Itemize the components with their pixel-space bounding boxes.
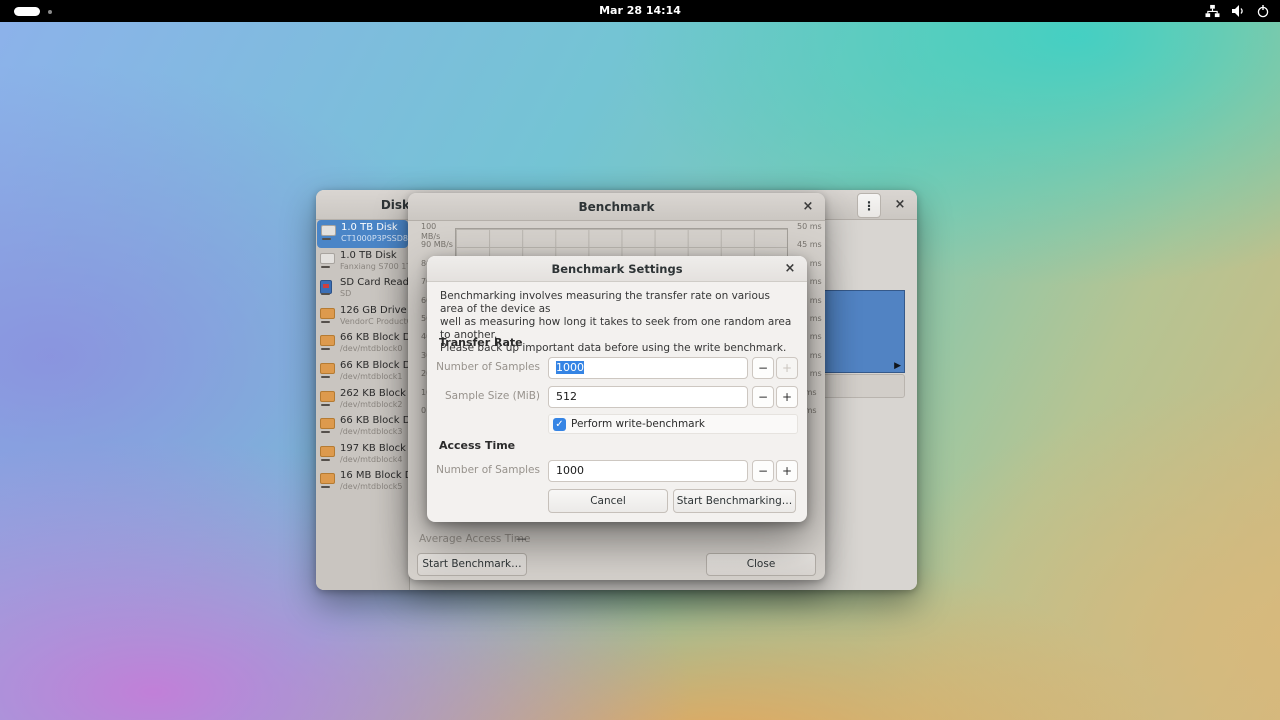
close-icon[interactable]: × xyxy=(891,196,909,214)
block-icon xyxy=(320,391,336,407)
device-title: 1.0 TB Disk xyxy=(340,250,407,262)
axis-tick-label: 90 MB/s xyxy=(421,240,455,250)
power-icon xyxy=(1256,4,1270,18)
sidebar-device-item[interactable]: 66 KB Block Dev /dev/mtdblock1 xyxy=(316,358,409,386)
plus-button: + xyxy=(776,357,798,379)
block-icon xyxy=(320,308,336,324)
transfer-samples-label: Number of Samples xyxy=(427,361,540,373)
device-subtitle: CT1000P3PSSD8 xyxy=(341,234,406,244)
device-sidebar: 1.0 TB Disk CT1000P3PSSD8 1.0 TB Disk Fa… xyxy=(316,220,410,590)
device-title: 197 KB Block De xyxy=(340,443,407,455)
block-icon xyxy=(320,418,336,434)
sidebar-device-item[interactable]: 197 KB Block De /dev/mtdblock4 xyxy=(316,441,409,469)
access-samples-row: Number of Samples 1000 − + xyxy=(427,460,807,483)
settings-headerbar: Benchmark Settings × xyxy=(427,256,807,282)
benchmark-close-button[interactable]: Close xyxy=(706,553,816,576)
sd-icon xyxy=(320,280,336,296)
sidebar-device-item[interactable]: SD Card Reader SD xyxy=(316,275,409,303)
transfer-rate-heading: Transfer Rate xyxy=(439,336,523,349)
start-benchmark-button[interactable]: Start Benchmark… xyxy=(417,553,527,576)
device-subtitle: /dev/mtdblock1 xyxy=(340,372,407,382)
minus-icon: − xyxy=(758,464,768,478)
volume-icon xyxy=(1231,4,1245,18)
drive-icon xyxy=(320,253,336,269)
minus-button[interactable]: − xyxy=(752,357,774,379)
device-subtitle: Fanxiang S700 1TB xyxy=(340,262,407,272)
average-access-time-row: Average Access Time — xyxy=(419,533,530,545)
plus-icon: + xyxy=(782,361,792,375)
device-title: 1.0 TB Disk xyxy=(341,222,406,234)
sidebar-device-item[interactable]: 66 KB Block Dev /dev/mtdblock0 xyxy=(316,330,409,358)
benchmark-headerbar: Benchmark × xyxy=(408,193,825,221)
benchmark-settings-dialog: Benchmark Settings × Benchmarking involv… xyxy=(427,256,807,522)
sample-size-label: Sample Size (MiB) xyxy=(427,390,540,402)
menu-button[interactable]: ⋮ xyxy=(857,193,881,218)
top-bar: Mar 28 14:14 xyxy=(0,0,1280,22)
sidebar-device-item[interactable]: 1.0 TB Disk Fanxiang S700 1TB xyxy=(316,248,409,276)
device-subtitle: /dev/mtdblock2 xyxy=(340,400,407,410)
average-access-time-value: — xyxy=(516,533,527,545)
device-subtitle: VendorC ProductC xyxy=(340,317,407,327)
write-benchmark-row: ✓ Perform write-benchmark xyxy=(548,414,798,434)
start-benchmarking-button[interactable]: Start Benchmarking… xyxy=(673,489,796,513)
sidebar-device-item[interactable]: 126 GB Drive VendorC ProductC xyxy=(316,303,409,331)
plus-icon: + xyxy=(782,390,792,404)
kebab-icon: ⋮ xyxy=(863,199,875,213)
close-icon[interactable]: × xyxy=(799,198,817,216)
plus-button[interactable]: + xyxy=(776,460,798,482)
system-status-area[interactable] xyxy=(1205,0,1270,22)
selected-text: 1000 xyxy=(556,361,584,374)
close-icon[interactable]: × xyxy=(781,260,799,278)
device-title: 66 KB Block Dev xyxy=(340,360,407,372)
block-icon xyxy=(320,363,336,379)
device-title: 126 GB Drive xyxy=(340,305,407,317)
network-wired-icon xyxy=(1205,4,1220,18)
sidebar-device-item[interactable]: 262 KB Block De /dev/mtdblock2 xyxy=(316,386,409,414)
settings-dialog-title: Benchmark Settings xyxy=(427,256,807,282)
sidebar-device-item[interactable]: 66 KB Block Dev /dev/mtdblock3 xyxy=(316,413,409,441)
plus-button[interactable]: + xyxy=(776,386,798,408)
device-title: 66 KB Block Dev xyxy=(340,332,407,344)
device-title: 16 MB Block Dev xyxy=(340,470,407,482)
plus-icon: + xyxy=(782,464,792,478)
check-icon: ✓ xyxy=(555,419,563,430)
device-title: 262 KB Block De xyxy=(340,388,407,400)
access-samples-label: Number of Samples xyxy=(427,464,540,476)
transfer-samples-input[interactable]: 1000 xyxy=(548,357,748,379)
transfer-samples-row: Number of Samples 1000 − + xyxy=(427,357,807,380)
device-title: SD Card Reader xyxy=(340,277,407,289)
sample-size-row: Sample Size (MiB) 512 − + xyxy=(427,386,807,409)
average-access-time-label: Average Access Time xyxy=(419,533,530,545)
device-subtitle: /dev/mtdblock5 xyxy=(340,482,407,492)
minus-icon: − xyxy=(758,390,768,404)
device-subtitle: /dev/mtdblock4 xyxy=(340,455,407,465)
device-subtitle: /dev/mtdblock3 xyxy=(340,427,407,437)
access-samples-input[interactable]: 1000 xyxy=(548,460,748,482)
cancel-button[interactable]: Cancel xyxy=(548,489,668,513)
minus-button[interactable]: − xyxy=(752,460,774,482)
axis-tick-label: 45 ms xyxy=(797,240,823,250)
write-benchmark-label: Perform write-benchmark xyxy=(571,418,705,430)
device-subtitle: /dev/mtdblock0 xyxy=(340,344,407,354)
sidebar-device-item[interactable]: 1.0 TB Disk CT1000P3PSSD8 xyxy=(317,220,408,248)
block-icon xyxy=(320,335,336,351)
sidebar-device-item[interactable]: 16 MB Block Dev /dev/mtdblock5 xyxy=(316,468,409,496)
axis-tick-label: 100 MB/s xyxy=(421,222,455,232)
sample-size-input[interactable]: 512 xyxy=(548,386,748,408)
minus-icon: − xyxy=(758,361,768,375)
play-icon: ▶ xyxy=(894,361,901,371)
block-icon xyxy=(320,446,336,462)
clock[interactable]: Mar 28 14:14 xyxy=(0,0,1280,22)
drive-icon xyxy=(321,225,337,241)
block-icon xyxy=(320,473,336,489)
device-subtitle: SD xyxy=(340,289,407,299)
axis-tick-label: 50 ms xyxy=(797,222,823,232)
minus-button[interactable]: − xyxy=(752,386,774,408)
write-benchmark-checkbox[interactable]: ✓ xyxy=(553,418,566,431)
device-title: 66 KB Block Dev xyxy=(340,415,407,427)
benchmark-dialog-title: Benchmark xyxy=(408,193,825,221)
access-time-heading: Access Time xyxy=(439,439,515,452)
